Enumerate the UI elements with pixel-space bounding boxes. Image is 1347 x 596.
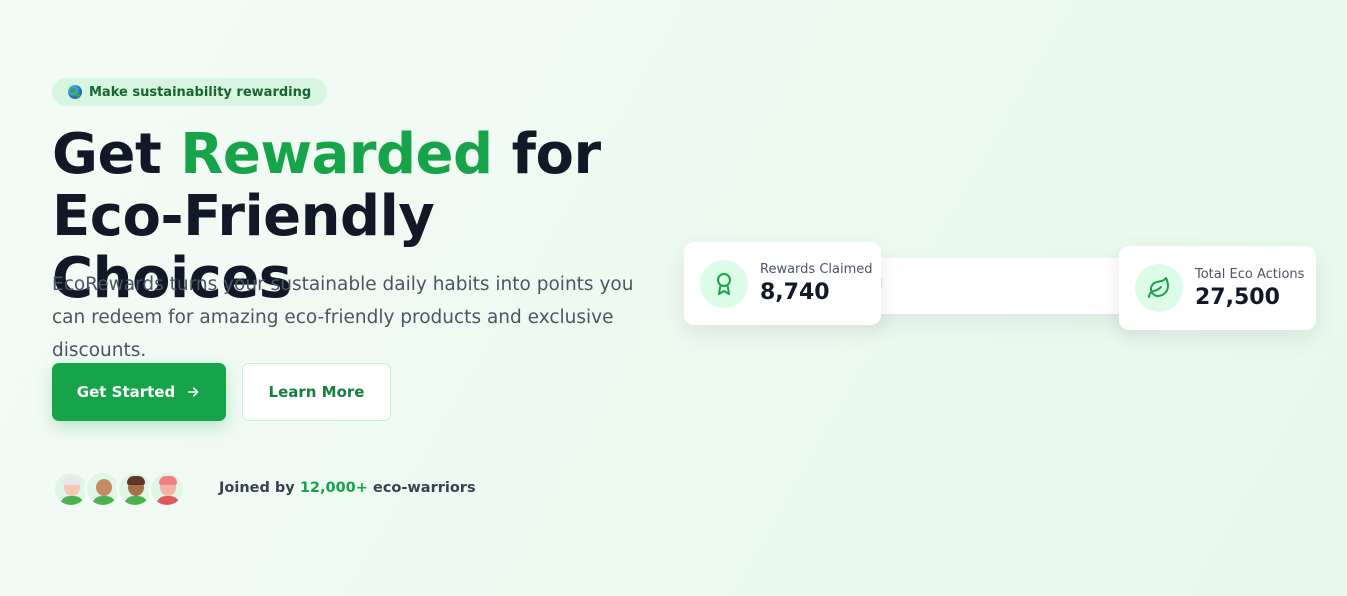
award-icon bbox=[700, 259, 748, 308]
social-proof-count: 12,000+ bbox=[299, 480, 368, 496]
leaf-icon bbox=[1135, 264, 1183, 312]
badge-text: Make sustainability rewarding bbox=[89, 84, 312, 100]
get-started-button[interactable]: Get Started bbox=[52, 363, 226, 421]
stat-value: 27,500 bbox=[1195, 284, 1280, 310]
stat-label: Rewards Claimed bbox=[760, 262, 873, 277]
learn-more-button[interactable]: Learn More bbox=[242, 363, 391, 421]
hero-title-part1: Get bbox=[52, 122, 162, 187]
hero-title-part2: for bbox=[511, 122, 601, 187]
avatar bbox=[148, 470, 186, 508]
avatar-group bbox=[52, 470, 186, 508]
hero-badge: Make sustainability rewarding bbox=[52, 78, 328, 106]
stat-card-rewards: Rewards Claimed 8,740 bbox=[684, 242, 881, 325]
stat-label: Total Eco Actions bbox=[1195, 266, 1305, 282]
stat-value: 8,740 bbox=[760, 280, 830, 305]
learn-more-label: Learn More bbox=[268, 383, 365, 401]
hero-description: EcoRewards turns your sustainable daily … bbox=[52, 274, 634, 361]
hero-title-accent: Rewarded bbox=[180, 122, 493, 187]
globe-icon bbox=[68, 85, 82, 99]
arrow-right-icon bbox=[187, 387, 199, 397]
background-card bbox=[860, 258, 1150, 314]
social-proof-prefix: Joined by bbox=[219, 480, 295, 496]
get-started-label: Get Started bbox=[76, 383, 176, 401]
social-proof-suffix: eco-warriors bbox=[372, 480, 476, 496]
stat-card-eco-actions: Total Eco Actions 27,500 bbox=[1119, 246, 1316, 330]
social-proof-text: Joined by 12,000+ eco-warriors bbox=[219, 480, 476, 496]
